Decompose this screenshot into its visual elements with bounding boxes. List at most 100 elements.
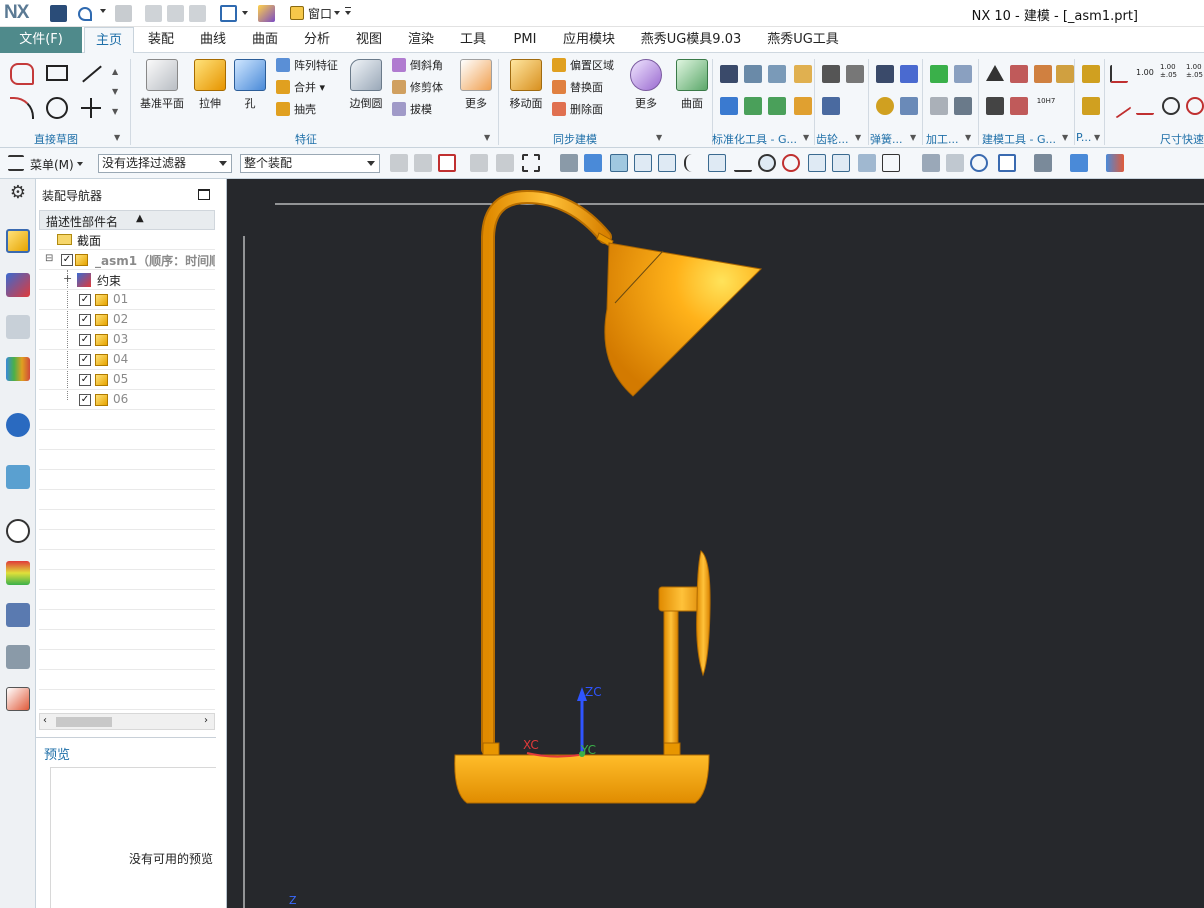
dim-tool-1-icon[interactable] — [1110, 65, 1128, 83]
expand-icon[interactable]: + — [63, 272, 72, 285]
edge-blend-button[interactable]: 边倒圆 — [342, 55, 390, 111]
tree-row-part[interactable]: ✓ 04 — [39, 350, 215, 370]
snap-control-icon[interactable] — [708, 154, 726, 172]
snap-5-icon[interactable] — [496, 154, 514, 172]
part-checkbox[interactable]: ✓ — [79, 334, 91, 346]
edit-section-icon[interactable] — [1106, 154, 1124, 172]
std-tool-4-icon[interactable] — [794, 65, 812, 83]
window-icon[interactable] — [290, 6, 304, 20]
tab-surface[interactable]: 曲面 — [244, 27, 286, 53]
tab-applications[interactable]: 应用模块 — [558, 27, 620, 53]
collapse-icon[interactable]: ⊟ — [45, 253, 53, 264]
maximize-icon[interactable] — [198, 189, 210, 200]
lamp-arm[interactable] — [481, 189, 612, 756]
delete-face-button[interactable]: 删除面 — [552, 101, 603, 119]
part-checkbox[interactable]: ✓ — [79, 294, 91, 306]
modeling-triangle-icon[interactable] — [986, 65, 1004, 81]
modeling-tool-6-icon[interactable] — [1010, 97, 1028, 115]
select-rect-icon[interactable] — [522, 154, 540, 172]
arc-icon[interactable] — [10, 97, 34, 119]
lamp-shade[interactable] — [604, 242, 763, 397]
window-menu[interactable]: 窗口 — [308, 5, 332, 22]
base-tray[interactable] — [454, 754, 710, 804]
offset-region-button[interactable]: 偏置区域 — [552, 57, 614, 75]
snap-quadrant-icon[interactable] — [782, 154, 800, 172]
preview-title[interactable]: 预览 — [44, 744, 70, 763]
snap-3-icon[interactable] — [438, 154, 456, 172]
std-tool-2-icon[interactable] — [744, 65, 762, 83]
shell-button[interactable]: 抽壳 — [276, 101, 316, 119]
tree-row-part[interactable]: ✓ 02 — [39, 310, 215, 330]
selection-filter-select[interactable]: 没有选择过滤器 — [98, 154, 232, 173]
sync-group-menu-icon[interactable]: ▼ — [656, 133, 662, 142]
hd3d-tools-icon[interactable] — [6, 413, 30, 437]
gear-tool-2-icon[interactable] — [846, 65, 864, 83]
selection-scope-select[interactable]: 整个装配 — [240, 154, 380, 173]
machining-tool-3-icon[interactable] — [930, 97, 948, 115]
repeat-command-icon[interactable] — [220, 5, 237, 22]
tab-curve[interactable]: 曲线 — [192, 27, 234, 53]
dim-tool-4-icon[interactable] — [1162, 97, 1180, 115]
tree-row-constraints[interactable]: + 约束 — [39, 270, 215, 290]
std-tool-3-icon[interactable] — [768, 65, 786, 83]
reuse-library-icon[interactable] — [6, 357, 30, 381]
tab-view[interactable]: 视图 — [348, 27, 390, 53]
snap-1-icon[interactable] — [390, 154, 408, 172]
std-tool-8-icon[interactable] — [794, 97, 812, 115]
process-studio-icon[interactable] — [6, 603, 30, 627]
snap-end-icon[interactable] — [634, 154, 652, 172]
view-fit-icon[interactable] — [922, 154, 940, 172]
snap-center-icon[interactable] — [758, 154, 776, 172]
datum-plane-button[interactable]: 基准平面 — [138, 55, 186, 111]
tab-render[interactable]: 渲染 — [400, 27, 442, 53]
copy-icon[interactable] — [167, 5, 184, 22]
feature-more-button[interactable]: 更多 — [452, 55, 500, 111]
tab-tools[interactable]: 工具 — [452, 27, 494, 53]
tree-row-asm1[interactable]: ⊟ ✓ _asm1（顺序：时间顺 — [39, 250, 215, 270]
snap-intersect-icon[interactable] — [734, 154, 752, 172]
part-checkbox[interactable]: ✓ — [79, 354, 91, 366]
modeling-tool-3-icon[interactable] — [1034, 65, 1052, 83]
snap-on-curve-icon[interactable] — [832, 154, 850, 172]
customize-arrow-icon[interactable] — [345, 11, 351, 15]
hole-button[interactable]: 孔 — [226, 55, 274, 111]
system-materials-icon[interactable] — [6, 561, 30, 585]
dim-tol-label-3[interactable]: 1.00 ±.05 — [1186, 63, 1203, 79]
scroll-left-icon[interactable]: ‹ — [43, 715, 47, 726]
rectangle-icon[interactable] — [46, 65, 68, 81]
p-tool-2-icon[interactable] — [1082, 97, 1100, 115]
part-checkbox[interactable]: ✓ — [79, 374, 91, 386]
snap-4-icon[interactable] — [470, 154, 488, 172]
std-tool-7-icon[interactable] — [768, 97, 786, 115]
tab-yanxiu-mold[interactable]: 燕秀UG模具9.03 — [636, 27, 746, 53]
menu-button[interactable]: 菜单(M) — [30, 156, 74, 173]
dim-tol-label-1[interactable]: 1.00 — [1136, 68, 1154, 77]
menu-dropdown-icon[interactable] — [77, 162, 83, 166]
spring-tool-4-icon[interactable] — [900, 97, 918, 115]
settings-gear-icon[interactable]: ⚙ — [6, 181, 30, 205]
snap-point-active-icon[interactable] — [610, 154, 628, 172]
redo-icon[interactable] — [115, 5, 132, 22]
move-face-button[interactable]: 移动面 — [502, 55, 550, 111]
file-menu-button[interactable]: 文件(F) — [0, 27, 82, 53]
gear-tool-1-icon[interactable] — [822, 65, 840, 83]
sketch-scroll-down-icon[interactable]: ▼ — [112, 87, 118, 96]
spring-tool-3-icon[interactable] — [876, 97, 894, 115]
p-group-menu-icon[interactable]: ▼ — [1094, 133, 1100, 142]
scroll-thumb[interactable] — [56, 717, 112, 727]
undo-dropdown-icon[interactable] — [100, 9, 106, 13]
std-tool-5-icon[interactable] — [720, 97, 738, 115]
tree-row-section[interactable]: 截面 — [39, 230, 215, 250]
constraint-navigator-icon[interactable] — [6, 273, 30, 297]
save-icon[interactable] — [50, 5, 67, 22]
spring-group-menu-icon[interactable]: ▼ — [910, 133, 916, 142]
asm1-checkbox[interactable]: ✓ — [61, 254, 73, 266]
gear-group-menu-icon[interactable]: ▼ — [855, 133, 861, 142]
tree-row-part[interactable]: ✓ 03 — [39, 330, 215, 350]
history-clock-icon[interactable] — [6, 519, 30, 543]
std-tool-1-icon[interactable] — [720, 65, 738, 83]
select-body-icon[interactable] — [584, 154, 602, 172]
graphics-window[interactable]: ZC XC YC Z — [227, 179, 1204, 908]
snap-existing-point-icon[interactable] — [808, 154, 826, 172]
horizontal-scrollbar[interactable]: ‹ › — [39, 713, 215, 730]
